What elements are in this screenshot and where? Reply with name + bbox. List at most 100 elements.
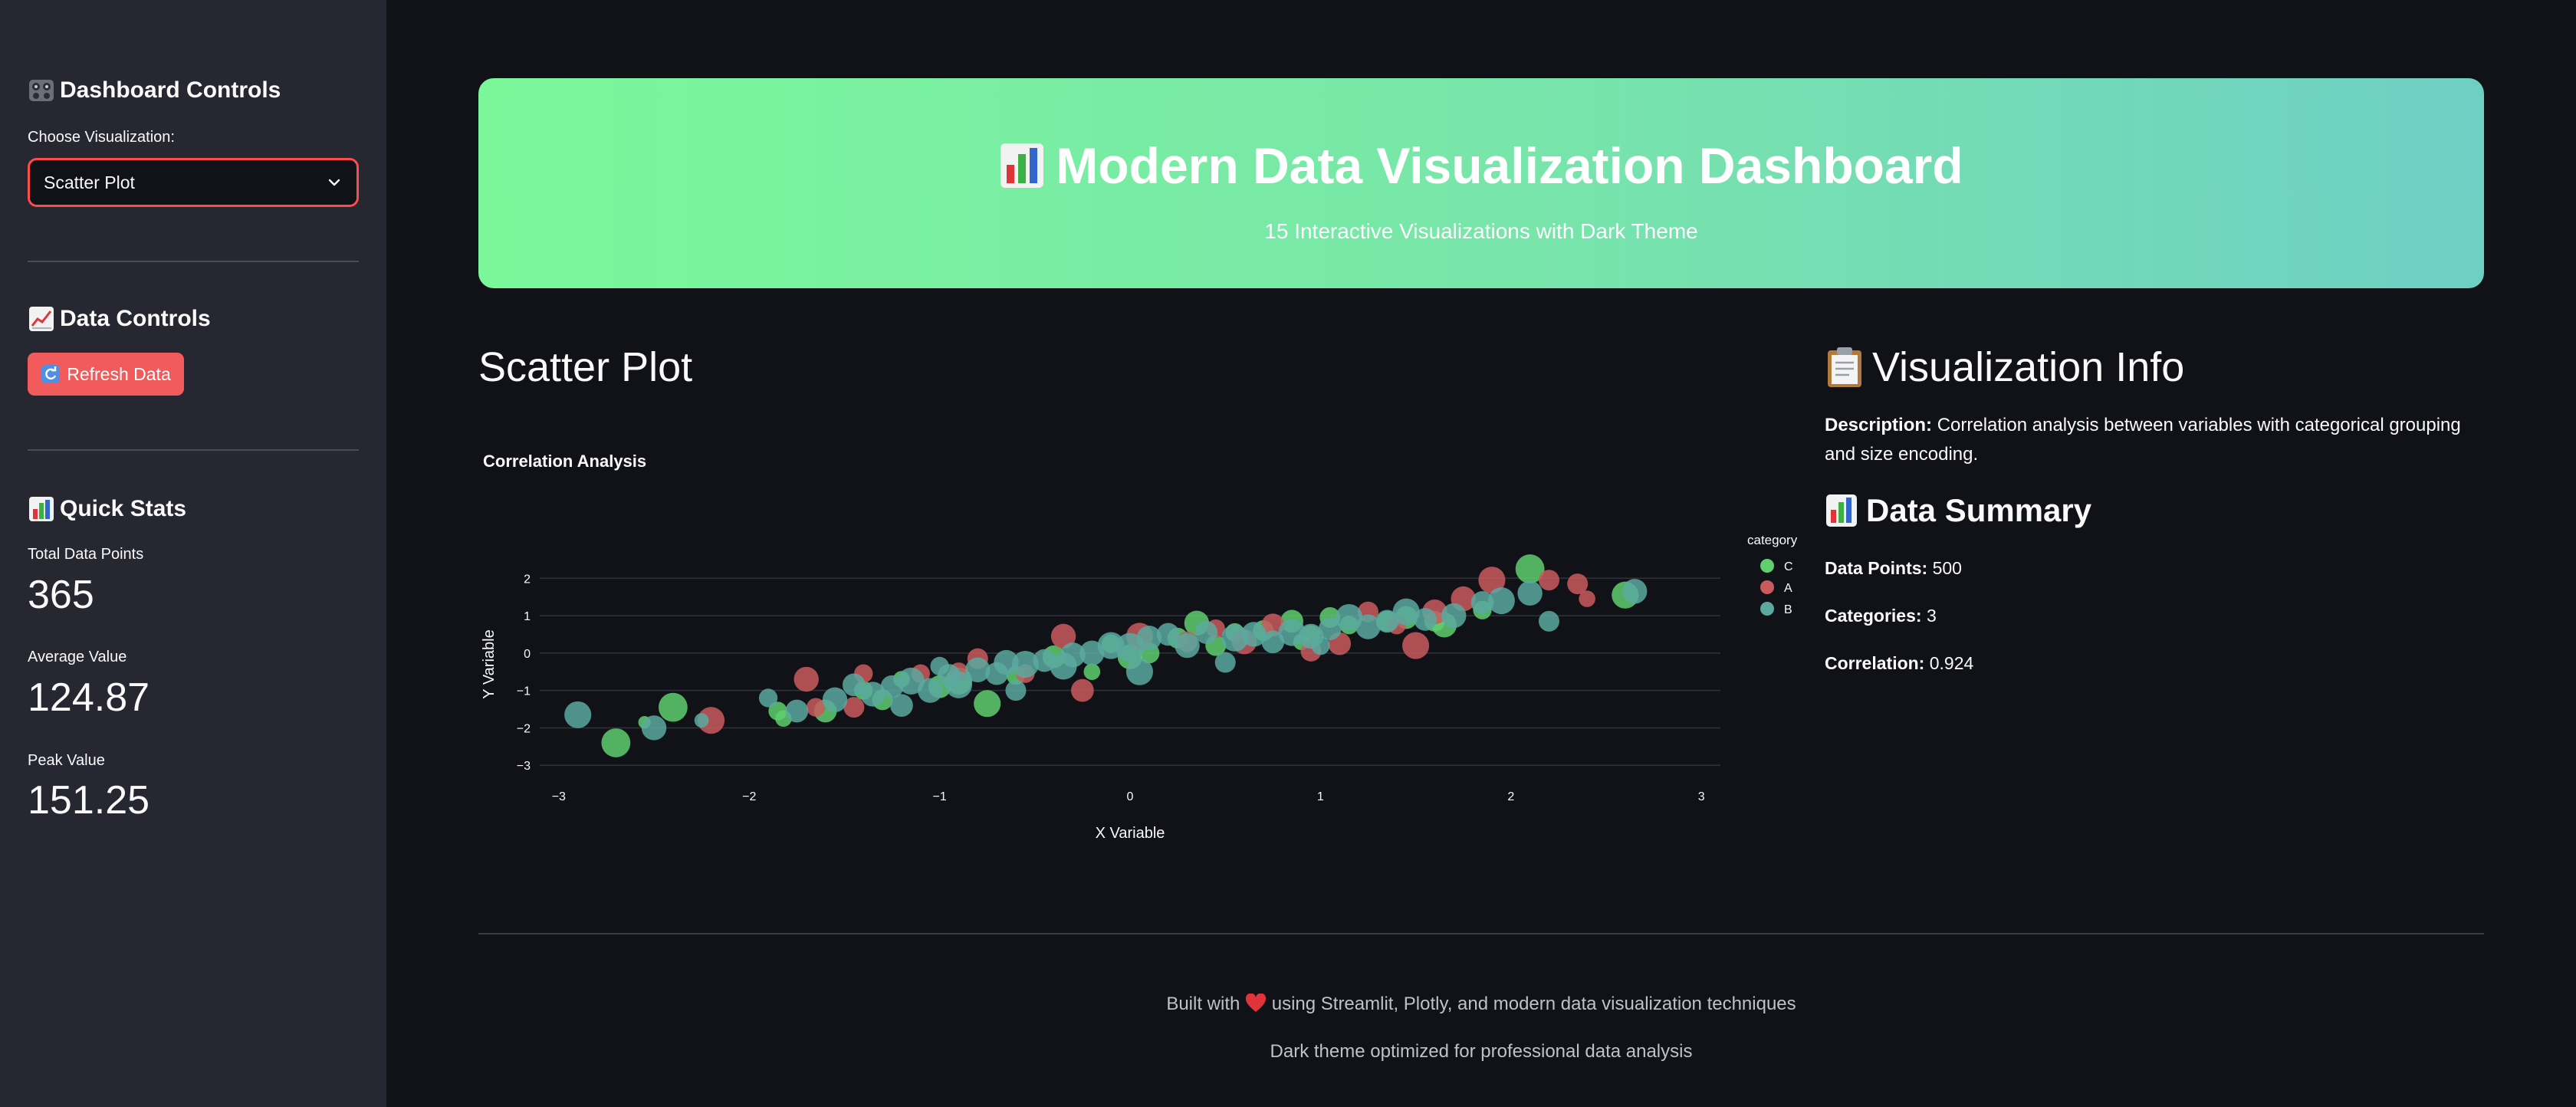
- chart-title: Correlation Analysis: [483, 452, 646, 471]
- hero-title-text: Modern Data Visualization Dashboard: [1056, 137, 1963, 194]
- y-tick-label: 1: [524, 610, 531, 623]
- scatter-point-c: [601, 728, 631, 757]
- legend-label-b: B: [1784, 603, 1792, 616]
- x-tick-label: 2: [1507, 790, 1514, 803]
- stat-value-peak: 151.25: [28, 778, 150, 823]
- stat-label-average: Average Value: [28, 649, 127, 665]
- chart-increasing-icon: [29, 307, 54, 331]
- description-paragraph: Description: Correlation analysis betwee…: [1825, 411, 2484, 469]
- y-tick-label: −1: [517, 685, 531, 698]
- quick-stats-text: Quick Stats: [60, 496, 187, 521]
- data-points-value: 500: [1932, 558, 1962, 578]
- scatter-point-a: [1071, 678, 1094, 702]
- footer-line-1: Built with using Streamlit, Plotly, and …: [478, 993, 2484, 1015]
- x-tick-label: 3: [1698, 790, 1705, 803]
- hero-subtitle: 15 Interactive Visualizations with Dark …: [1264, 219, 1698, 243]
- choose-visualization-label: Choose Visualization:: [28, 129, 175, 146]
- x-tick-label: 1: [1317, 790, 1324, 803]
- scatter-point-b: [694, 713, 709, 728]
- data-summary-text: Data Summary: [1866, 492, 2092, 528]
- summary-correlation: Correlation: 0.924: [1825, 653, 1973, 674]
- scatter-point-b: [1441, 603, 1467, 629]
- scatter-point-b: [1414, 608, 1437, 631]
- data-summary-heading: Data Summary: [1825, 492, 2091, 529]
- stat-value-average: 124.87: [28, 675, 150, 720]
- scatter-point-a: [807, 698, 826, 717]
- scatter-point-b: [917, 678, 943, 703]
- hero-banner: Modern Data Visualization Dashboard 15 I…: [478, 78, 2484, 288]
- x-tick-label: −2: [742, 790, 756, 803]
- scatter-point-b: [1517, 580, 1543, 606]
- visualization-select[interactable]: Scatter Plot: [28, 158, 359, 207]
- footer-divider: [478, 933, 2484, 935]
- sidebar: Dashboard Controls Choose Visualization:…: [0, 0, 386, 1107]
- bar-chart-icon: [1001, 143, 1044, 188]
- y-tick-label: 2: [524, 573, 531, 586]
- data-points-label: Data Points:: [1825, 558, 1928, 578]
- scatter-point-a: [1579, 590, 1595, 607]
- scatter-point-b: [890, 694, 913, 718]
- data-controls-text: Data Controls: [60, 306, 211, 331]
- scatter-point-b: [1125, 658, 1153, 685]
- scatter-point-b: [1487, 587, 1515, 615]
- bar-chart-icon: [29, 497, 54, 521]
- scatter-point-b: [822, 687, 848, 713]
- app-root: Dashboard Controls Choose Visualization:…: [0, 0, 2576, 1107]
- scatter-point-b: [1214, 652, 1236, 673]
- scatter-point-c: [974, 690, 1001, 718]
- scatter-point-b: [1622, 579, 1648, 604]
- hero-title: Modern Data Visualization Dashboard: [478, 136, 2484, 195]
- legend-label-a: A: [1784, 582, 1792, 595]
- scatter-point-b: [641, 715, 667, 741]
- section-title: Scatter Plot: [478, 344, 693, 390]
- sidebar-divider: [28, 261, 359, 262]
- footer-built-with: Built with: [1166, 994, 1240, 1014]
- quick-stats-heading: Quick Stats: [28, 495, 186, 523]
- scatter-point-a: [794, 666, 819, 692]
- stat-value-total-points: 365: [28, 573, 94, 617]
- legend-label-c: C: [1784, 560, 1793, 573]
- refresh-icon: [41, 365, 61, 383]
- scatter-point-b: [785, 699, 809, 723]
- data-controls-heading: Data Controls: [28, 305, 211, 333]
- scatter-chart[interactable]: Correlation Analysis −3 −2 −1 0 1 2 −3 −2 −1 0 1 2 3 X…: [478, 429, 1812, 859]
- bar-chart-icon: [1826, 494, 1857, 527]
- legend-marker-c: [1760, 559, 1774, 573]
- correlation-label: Correlation:: [1825, 653, 1925, 673]
- x-tick-label: −3: [552, 790, 566, 803]
- control-knobs-icon: [29, 80, 54, 101]
- scatter-point-b: [1194, 621, 1218, 644]
- footer-line-2: Dark theme optimized for professional da…: [1270, 1041, 1693, 1062]
- legend-marker-a: [1760, 580, 1774, 594]
- visualization-select-value: Scatter Plot: [44, 172, 135, 192]
- scatter-point-b: [1311, 636, 1330, 655]
- legend-title: category: [1747, 533, 1798, 547]
- correlation-value: 0.924: [1929, 653, 1974, 673]
- scatter-point-c: [1083, 663, 1101, 681]
- dashboard-controls-heading: Dashboard Controls: [28, 77, 281, 104]
- categories-label: Categories:: [1825, 606, 1922, 626]
- chevron-down-icon: [328, 179, 340, 186]
- stat-label-total-points: Total Data Points: [28, 546, 144, 563]
- scatter-point-b: [758, 688, 778, 708]
- refresh-data-button[interactable]: Refresh Data: [28, 353, 184, 396]
- visualization-info-heading: Visualization Info: [1825, 343, 2184, 391]
- summary-categories: Categories: 3: [1825, 606, 1937, 626]
- scatter-point-b: [1538, 610, 1559, 632]
- y-tick-label: −2: [517, 722, 531, 735]
- scatter-chart-container[interactable]: Correlation Analysis −3 −2 −1 0 1 2 −3 −2 −1 0 1 2 3 X…: [478, 429, 1812, 859]
- description-label: Description:: [1825, 415, 1933, 435]
- summary-data-points: Data Points: 500: [1825, 558, 1962, 579]
- y-tick-label: −3: [517, 760, 531, 773]
- scatter-point-b: [1005, 680, 1027, 701]
- scatter-point-c: [658, 692, 688, 722]
- stat-label-peak: Peak Value: [28, 752, 105, 769]
- legend-marker-b: [1760, 602, 1774, 616]
- heart-icon: [1245, 993, 1267, 1012]
- scatter-point-a: [1402, 632, 1430, 659]
- x-tick-label: −1: [932, 790, 946, 803]
- y-axis-label: Y Variable: [481, 629, 498, 698]
- scatter-point-b: [930, 656, 949, 676]
- footer-built-rest: using Streamlit, Plotly, and modern data…: [1271, 994, 1796, 1014]
- x-axis-label: X Variable: [1096, 825, 1165, 842]
